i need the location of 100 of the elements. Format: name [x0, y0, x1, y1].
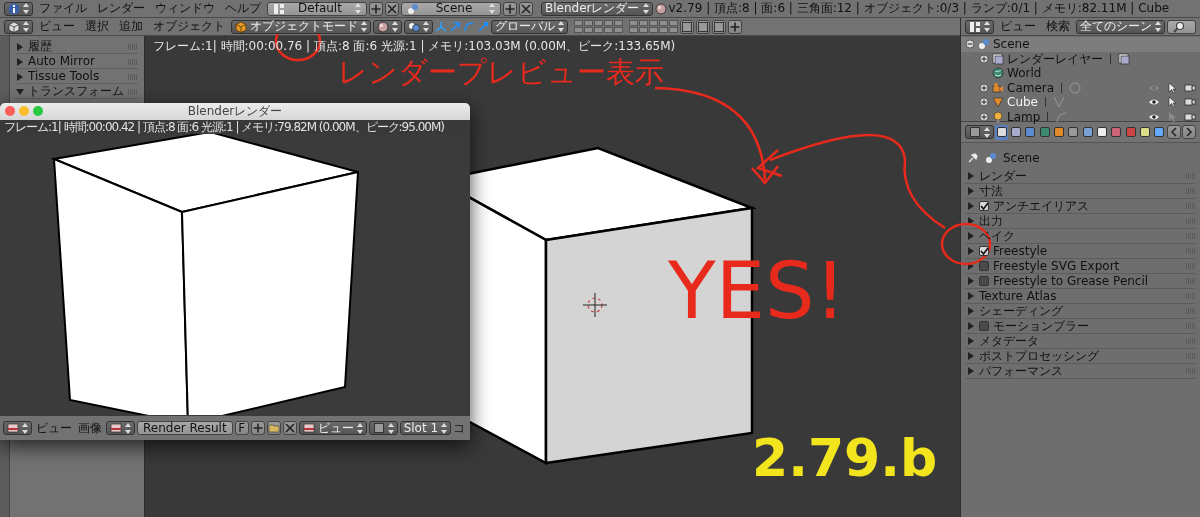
outliner-item[interactable]: World — [1007, 66, 1042, 81]
context-tab[interactable] — [1009, 124, 1023, 140]
orientation-dropdown[interactable]: グローバル — [491, 19, 568, 34]
context-tab[interactable] — [1052, 124, 1066, 140]
checkbox[interactable] — [979, 276, 989, 286]
collapse-icon[interactable] — [965, 39, 975, 50]
plus-icon[interactable] — [370, 2, 382, 15]
checkbox[interactable] — [979, 261, 989, 271]
menu-item[interactable]: ビュー — [34, 420, 74, 436]
context-tab[interactable] — [1095, 124, 1109, 140]
panel-header[interactable]: Tissue Tools — [16, 70, 138, 84]
scene-dropdown[interactable]: Scene — [401, 1, 501, 16]
panel-header[interactable]: Freestyle SVG Export — [993, 258, 1120, 274]
panel-header[interactable]: ポストプロセッシング — [979, 348, 1099, 364]
close-icon[interactable] — [520, 2, 532, 15]
context-tab[interactable] — [1066, 124, 1080, 140]
image-name-field[interactable]: Render Result — [137, 421, 233, 435]
image-browse-menu[interactable] — [106, 421, 135, 435]
cursor-icon[interactable] — [1166, 81, 1178, 94]
editor-type-menu[interactable] — [4, 19, 33, 34]
close-button[interactable] — [5, 106, 15, 116]
plus-icon[interactable] — [251, 422, 264, 434]
outliner-item[interactable]: Scene — [993, 37, 1030, 52]
cursor-icon[interactable] — [1166, 110, 1178, 123]
layout-dropdown[interactable]: Default — [267, 1, 367, 16]
context-tab[interactable] — [1080, 124, 1095, 140]
pass-dropdown[interactable] — [368, 421, 398, 435]
context-tab[interactable] — [1152, 124, 1166, 140]
cursor-icon[interactable] — [1166, 96, 1178, 108]
square-icon[interactable] — [681, 20, 693, 33]
3d-cursor-icon[interactable] — [582, 292, 608, 318]
expand-icon[interactable] — [979, 82, 989, 93]
expand-icon[interactable] — [979, 97, 989, 108]
layer-buttons[interactable] — [574, 20, 623, 33]
expand-icon[interactable] — [979, 53, 989, 64]
outliner-item[interactable]: Camera — [1007, 80, 1055, 95]
panel-header[interactable]: アンチエイリアス — [993, 198, 1089, 214]
outliner-item[interactable]: レンダーレイヤー — [1007, 51, 1103, 66]
editor-type-menu[interactable] — [4, 1, 33, 16]
camera-icon[interactable] — [1184, 110, 1196, 123]
menu-item[interactable]: 検索 — [1042, 19, 1074, 34]
menu-item[interactable]: コ — [453, 420, 466, 436]
context-tab[interactable] — [1138, 124, 1152, 140]
checkbox[interactable] — [979, 201, 989, 211]
square-icon[interactable] — [697, 20, 709, 33]
panel-header[interactable]: Freestyle — [993, 243, 1048, 259]
editor-type-menu[interactable] — [3, 421, 32, 435]
menu-item[interactable]: ヘルプ — [221, 1, 265, 16]
menu-item[interactable]: 画像 — [76, 420, 104, 436]
menu-item[interactable]: ファイル — [35, 1, 91, 16]
panel-header[interactable]: パフォーマンス — [979, 363, 1063, 379]
panel-header[interactable]: Freestyle to Grease Pencil — [993, 273, 1149, 289]
panel-header[interactable]: トランスフォーム — [16, 85, 138, 99]
triangle-right-icon[interactable] — [16, 72, 24, 81]
plus-icon[interactable] — [504, 2, 516, 15]
panel-header[interactable]: メタデータ — [979, 333, 1039, 349]
panel-header[interactable]: 出力 — [979, 213, 1003, 229]
view-dropdown[interactable]: ビュー — [298, 421, 367, 435]
plus-icon[interactable] — [729, 20, 741, 33]
editor-type-menu[interactable] — [965, 19, 994, 34]
layer-buttons[interactable] — [629, 20, 678, 33]
close-icon[interactable] — [283, 422, 296, 434]
menu-item[interactable]: ウィンドウ — [151, 1, 219, 16]
search-icon[interactable] — [1173, 20, 1185, 33]
outliner-item[interactable]: Lamp — [1007, 109, 1041, 124]
pivot-dropdown[interactable] — [404, 19, 433, 34]
menu-item[interactable]: 選択 — [81, 19, 113, 34]
menu-item[interactable]: オブジェクト — [149, 19, 229, 34]
menu-item[interactable]: レンダー — [93, 1, 149, 16]
search-field[interactable] — [1167, 19, 1196, 34]
checkbox[interactable] — [979, 246, 989, 256]
square-icon[interactable] — [713, 20, 725, 33]
camera-icon[interactable] — [1184, 81, 1196, 94]
triangle-right-icon[interactable] — [16, 42, 24, 51]
camera-icon[interactable] — [1184, 96, 1196, 108]
shading-dropdown[interactable] — [373, 19, 402, 34]
outliner-item[interactable]: Cube — [1007, 95, 1038, 110]
panel-header[interactable]: 履歴 — [16, 40, 138, 54]
panel-header[interactable]: シェーディング — [979, 303, 1063, 319]
menu-item[interactable]: ビュー — [35, 19, 79, 34]
triangle-right-icon[interactable] — [16, 57, 24, 66]
panel-header[interactable]: 寸法 — [979, 183, 1003, 199]
context-tab[interactable] — [995, 124, 1009, 140]
render-engine-dropdown[interactable]: Blenderレンダー — [541, 1, 653, 16]
panel-header[interactable]: Texture Atlas — [979, 288, 1057, 304]
menu-item[interactable]: 追加 — [115, 19, 147, 34]
panel-header[interactable]: モーションブラー — [993, 318, 1089, 334]
close-icon[interactable] — [386, 2, 398, 15]
square-icon[interactable] — [969, 126, 981, 138]
editor-type-menu[interactable] — [965, 125, 994, 139]
triangle-down-icon[interactable] — [16, 87, 24, 96]
square-icon[interactable] — [372, 422, 385, 434]
checkbox[interactable] — [979, 321, 989, 331]
slot-dropdown[interactable]: Slot 1 — [399, 421, 452, 435]
expand-icon[interactable] — [979, 111, 989, 122]
panel-header[interactable]: Auto Mirror — [16, 55, 138, 69]
panel-header[interactable]: レンダー — [979, 168, 1027, 184]
mode-dropdown[interactable]: オブジェクトモード — [231, 19, 371, 34]
fake-user-button[interactable]: F — [234, 421, 249, 435]
folder-icon[interactable] — [267, 422, 280, 434]
